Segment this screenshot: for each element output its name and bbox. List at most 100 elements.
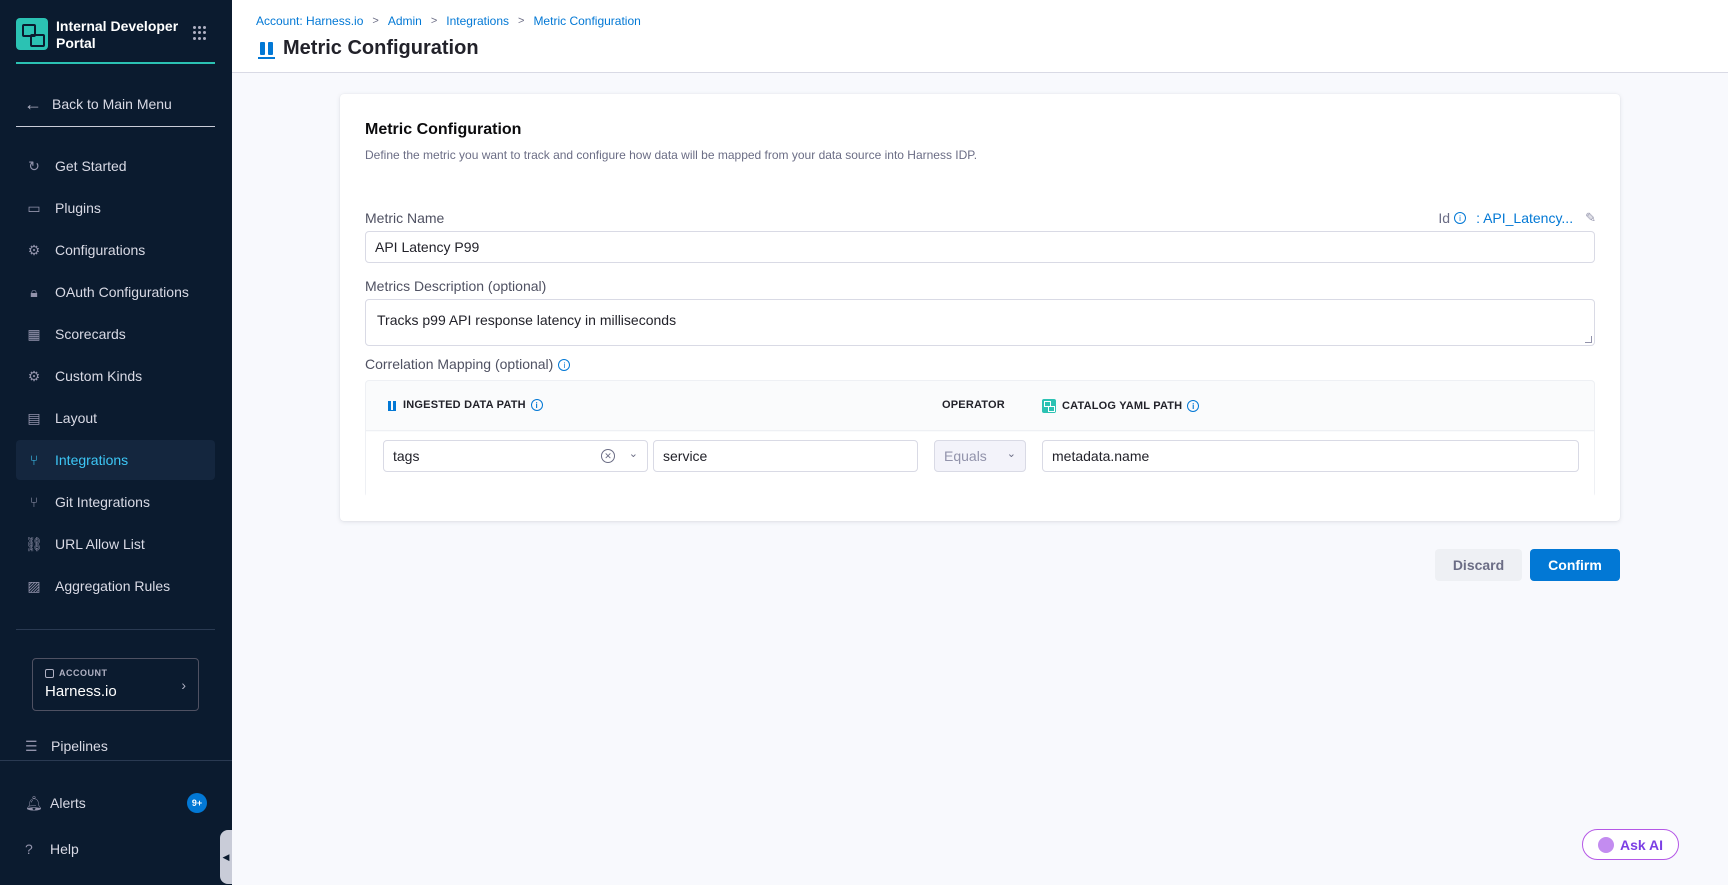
sidebar-item-plugins[interactable]: ▭ Plugins: [16, 188, 215, 228]
clear-icon[interactable]: ✕: [601, 449, 615, 463]
plugin-icon: ▭: [27, 199, 41, 216]
catalog-yaml-path-input[interactable]: metadata.name: [1042, 440, 1579, 472]
breadcrumb: Account: Harness.io > Admin > Integratio…: [256, 14, 641, 28]
operator-select: Equals ⌄: [934, 440, 1026, 472]
ask-ai-button[interactable]: Ask AI: [1582, 829, 1679, 860]
sidebar-item-get-started[interactable]: ↻ Get Started: [16, 146, 215, 186]
lock-icon: 🔒︎: [30, 283, 38, 300]
help-button[interactable]: ? Help: [16, 838, 79, 860]
mapping-header: INGESTED DATA PATH i OPERATOR CATALOG YA…: [366, 381, 1594, 431]
sidebar-item-label: OAuth Configurations: [55, 284, 189, 300]
help-icon: ?: [25, 841, 33, 857]
operator-header: OPERATOR: [942, 399, 1005, 411]
id-label: Id: [1438, 210, 1451, 226]
account-label-row: ACCOUNT: [45, 668, 186, 678]
sidebar-item-oauth-configurations[interactable]: 🔒︎ OAuth Configurations: [16, 272, 215, 312]
metric-icon: [258, 39, 275, 59]
help-label: Help: [50, 841, 79, 857]
sidebar-nav: ↻ Get Started ▭ Plugins ⚙ Configurations…: [16, 146, 215, 608]
correlation-mapping-table: INGESTED DATA PATH i OPERATOR CATALOG YA…: [365, 380, 1595, 497]
cube-icon: [45, 668, 54, 678]
discard-button[interactable]: Discard: [1435, 549, 1522, 581]
description-label: Metrics Description (optional): [365, 278, 547, 294]
alerts-count-badge: 9+: [187, 793, 207, 813]
metric-configuration-card: Metric Configuration Define the metric y…: [340, 94, 1620, 521]
back-to-main-menu-button[interactable]: ← Back to Main Menu: [16, 82, 215, 127]
info-icon[interactable]: i: [530, 399, 543, 411]
alerts-button[interactable]: 🔔︎ Alerts 9+: [16, 792, 215, 814]
info-icon[interactable]: i: [1454, 212, 1467, 224]
sidebar: Internal Developer Portal ← Back to Main…: [0, 0, 232, 885]
sidebar-item-integrations[interactable]: ⑂ Integrations: [16, 440, 215, 480]
breadcrumb-admin[interactable]: Admin: [388, 14, 422, 28]
page-title-text: Metric Configuration: [283, 37, 479, 59]
sidebar-item-aggregation-rules[interactable]: ▨ Aggregation Rules: [16, 566, 215, 606]
column-label: CATALOG YAML PATH: [1062, 400, 1183, 412]
account-switcher[interactable]: ACCOUNT Harness.io ›: [32, 658, 199, 711]
app-switcher-icon[interactable]: [193, 26, 207, 40]
chevron-right-icon: >: [372, 15, 379, 27]
brand-title: Internal Developer Portal: [56, 18, 179, 51]
brand[interactable]: Internal Developer Portal: [16, 18, 215, 64]
account-label: ACCOUNT: [59, 668, 108, 678]
ai-bot-icon: [1597, 836, 1614, 853]
card-description: Define the metric you want to track and …: [365, 148, 978, 162]
chevron-right-icon: >: [518, 15, 525, 27]
page-title: Metric Configuration: [258, 37, 479, 60]
integration-icon: ⑂: [29, 452, 39, 468]
ingested-data-path-header: INGESTED DATA PATH i: [388, 399, 543, 411]
ingested-path-value: tags: [393, 448, 420, 464]
sidebar-item-label: Plugins: [55, 200, 101, 216]
ingested-path-select[interactable]: tags ✕ ⌄: [383, 440, 648, 472]
description-text: Tracks p99 API response latency in milli…: [377, 312, 677, 328]
sidebar-item-url-allow-list[interactable]: ⛓ URL Allow List: [16, 524, 215, 564]
resize-handle-icon[interactable]: [1585, 336, 1592, 343]
ask-ai-label: Ask AI: [1619, 836, 1664, 853]
git-icon: ⑂: [29, 494, 39, 510]
sidebar-item-configurations[interactable]: ⚙ Configurations: [16, 230, 215, 270]
chevron-right-icon: >: [430, 15, 438, 27]
metric-icon: [388, 399, 396, 411]
pipeline-icon: ☰: [25, 737, 38, 754]
back-label: Back to Main Menu: [52, 96, 172, 112]
info-icon[interactable]: i: [1187, 400, 1200, 412]
sidebar-item-custom-kinds[interactable]: ⚙ Custom Kinds: [16, 356, 215, 396]
card-title: Metric Configuration: [365, 121, 522, 138]
breadcrumb-account[interactable]: Account: Harness.io: [256, 14, 363, 28]
pencil-icon[interactable]: ✎: [1585, 210, 1596, 226]
layout-icon: ▤: [27, 409, 41, 426]
sidebar-item-git-integrations[interactable]: ⑂ Git Integrations: [16, 482, 215, 522]
collapse-sidebar-handle[interactable]: ◀: [220, 830, 232, 884]
page-header: Account: Harness.io > Admin > Integratio…: [232, 0, 1728, 73]
sidebar-item-label: Custom Kinds: [55, 368, 143, 384]
arrow-left-icon: ←: [24, 93, 42, 114]
sidebar-item-label: Aggregation Rules: [55, 578, 171, 594]
confirm-button[interactable]: Confirm: [1530, 549, 1620, 581]
mapping-row: tags ✕ ⌄ service Equals ⌄ metadata.name: [366, 432, 1594, 497]
breadcrumb-integrations[interactable]: Integrations: [446, 14, 509, 28]
sidebar-item-label: Get Started: [55, 158, 127, 174]
info-icon[interactable]: i: [558, 359, 571, 372]
metric-name-label: Metric Name: [365, 210, 445, 226]
correlation-mapping-label: Correlation Mapping (optional) i: [365, 356, 571, 372]
metric-description-textarea[interactable]: Tracks p99 API response latency in milli…: [365, 299, 1595, 346]
chevron-right-icon: ›: [181, 677, 186, 693]
catalog-icon: [1042, 399, 1056, 413]
sidebar-item-label: Configurations: [55, 242, 146, 258]
breadcrumb-metric-configuration[interactable]: Metric Configuration: [533, 14, 640, 28]
account-name: Harness.io: [45, 683, 117, 700]
sidebar-item-pipelines[interactable]: ☰ Pipelines: [16, 734, 108, 758]
catalog-yaml-path-header: CATALOG YAML PATH i: [1042, 399, 1200, 413]
sidebar-item-scorecards[interactable]: ▦ Scorecards: [16, 314, 215, 354]
gear-icon: ⚙: [27, 367, 41, 384]
sidebar-item-label: Scorecards: [55, 326, 126, 342]
metric-name-input[interactable]: API Latency P99: [365, 231, 1595, 263]
chevron-down-icon[interactable]: ⌄: [629, 447, 638, 460]
sidebar-item-layout[interactable]: ▤ Layout: [16, 398, 215, 438]
alerts-label: Alerts: [50, 795, 86, 811]
gears-icon: ⚙: [27, 241, 41, 258]
pipelines-label: Pipelines: [51, 738, 108, 754]
bell-icon: 🔔︎: [25, 794, 43, 811]
ingested-key-input[interactable]: service: [653, 440, 918, 472]
rocket-icon: ↻: [28, 157, 40, 174]
